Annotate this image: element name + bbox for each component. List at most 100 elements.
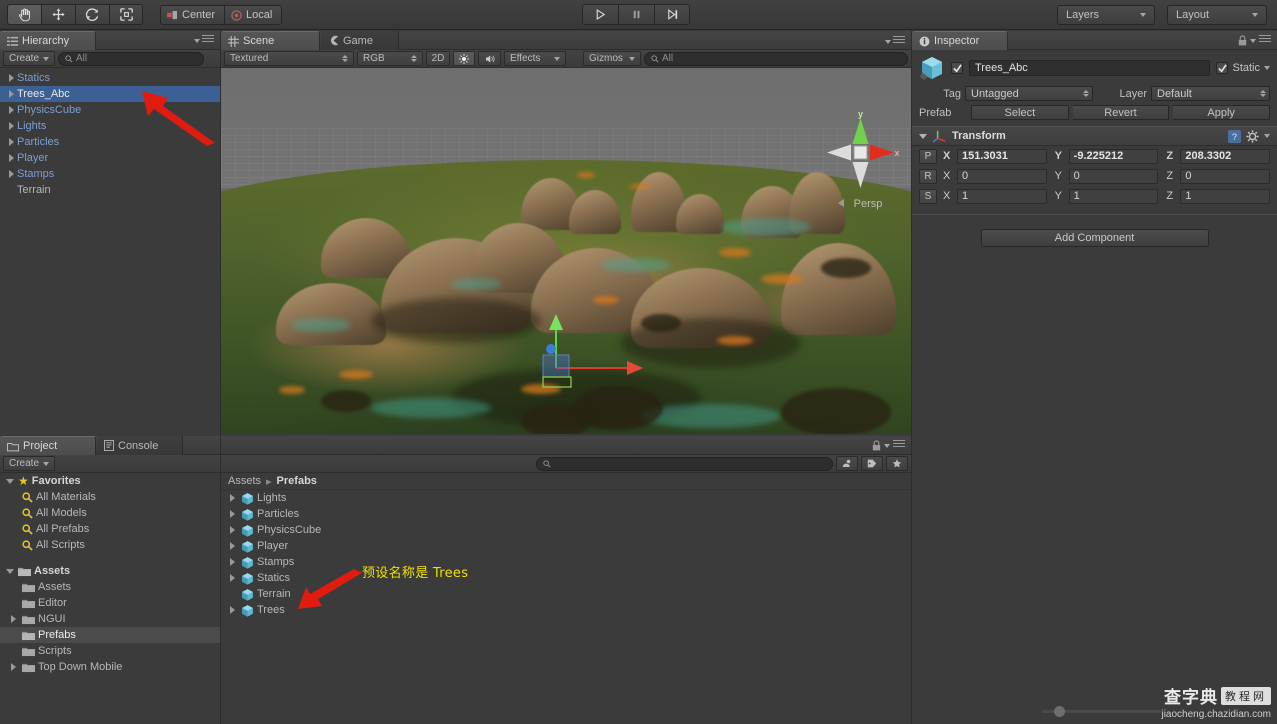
project-folder-top-down-mobile[interactable]: Top Down Mobile [0, 659, 220, 675]
pivot-local-button[interactable]: Local [224, 5, 283, 25]
project-favorite-all-scripts[interactable]: All Scripts [0, 537, 220, 553]
foldout-arrow-icon[interactable] [4, 478, 15, 484]
filter-by-type-button[interactable] [836, 456, 858, 471]
breadcrumb-prefabs[interactable]: Prefabs [277, 475, 317, 487]
position-y-input[interactable]: -9.225212 [1068, 148, 1159, 164]
lock-icon[interactable] [872, 440, 881, 451]
hierarchy-create-button[interactable]: Create [3, 51, 55, 66]
effects-dropdown[interactable]: Effects [504, 51, 566, 66]
rotate-tool-button[interactable] [75, 4, 109, 25]
expand-arrow-icon[interactable] [6, 154, 17, 162]
asset-item-lights[interactable]: Lights [221, 490, 911, 506]
expand-arrow-icon[interactable] [227, 510, 238, 518]
scene-audio-toggle[interactable] [478, 51, 501, 66]
tab-hierarchy[interactable]: Hierarchy [0, 31, 96, 50]
hierarchy-item-statics[interactable]: Statics [0, 70, 220, 86]
project-folder-assets[interactable]: Assets [0, 579, 220, 595]
gear-icon[interactable] [1246, 129, 1259, 143]
layout-dropdown[interactable]: Layout [1167, 5, 1267, 25]
help-icon[interactable]: ? [1228, 129, 1241, 143]
project-search-input[interactable] [536, 456, 833, 471]
hierarchy-item-terrain[interactable]: Terrain [0, 182, 220, 198]
project-folder-editor[interactable]: Editor [0, 595, 220, 611]
project-favorite-all-models[interactable]: All Models [0, 505, 220, 521]
expand-arrow-icon[interactable] [6, 138, 17, 146]
pause-button[interactable] [618, 4, 654, 25]
expand-arrow-icon[interactable] [227, 606, 238, 614]
move-tool-button[interactable] [41, 4, 75, 25]
move-gizmo[interactable] [521, 258, 651, 388]
hierarchy-item-stamps[interactable]: Stamps [0, 166, 220, 182]
static-checkbox[interactable] [1216, 62, 1229, 74]
play-button[interactable] [582, 4, 618, 25]
project-favorites-group[interactable]: ★ Favorites [0, 473, 220, 489]
expand-arrow-icon[interactable] [6, 122, 17, 130]
project-favorite-all-materials[interactable]: All Materials [0, 489, 220, 505]
expand-arrow-icon[interactable] [227, 494, 238, 502]
transform-component-header[interactable]: Transform ? [912, 126, 1277, 146]
rotation-x-input[interactable]: 0 [957, 168, 1047, 184]
scrollbar-thumb[interactable] [1054, 706, 1065, 717]
asset-item-physicscube[interactable]: PhysicsCube [221, 522, 911, 538]
static-toggle[interactable]: Static [1216, 62, 1270, 74]
expand-arrow-icon[interactable] [227, 574, 238, 582]
expand-arrow-icon[interactable] [227, 558, 238, 566]
foldout-arrow-icon[interactable] [4, 568, 15, 574]
rotation-badge[interactable]: R [919, 168, 937, 184]
hand-tool-button[interactable] [7, 4, 41, 25]
project-favorite-all-prefabs[interactable]: All Prefabs [0, 521, 220, 537]
hierarchy-item-player[interactable]: Player [0, 150, 220, 166]
chevron-down-icon[interactable] [1264, 66, 1270, 70]
chevron-down-icon[interactable] [1264, 134, 1270, 138]
position-x-input[interactable]: 151.3031 [957, 148, 1047, 164]
tab-game[interactable]: Game [321, 31, 399, 50]
expand-arrow-icon[interactable] [8, 615, 19, 623]
expand-arrow-icon[interactable] [6, 74, 17, 82]
expand-arrow-icon[interactable] [227, 542, 238, 550]
prefab-select-button[interactable]: Select [971, 105, 1069, 120]
rotation-y-input[interactable]: 0 [1068, 168, 1159, 184]
project-assets-root[interactable]: Assets [0, 563, 220, 579]
hierarchy-search-input[interactable]: All [58, 51, 204, 66]
gameobject-enabled-checkbox[interactable] [951, 62, 963, 74]
tab-inspector[interactable]: Inspector [912, 31, 1008, 50]
prefab-revert-button[interactable]: Revert [1072, 105, 1170, 120]
scale-y-input[interactable]: 1 [1068, 188, 1159, 204]
project-splitter[interactable] [220, 436, 221, 724]
draw-mode-dropdown[interactable]: Textured [224, 51, 354, 66]
inspector-menu-group[interactable] [1238, 35, 1273, 46]
scale-tool-button[interactable] [109, 4, 143, 25]
project-menu-group[interactable] [872, 440, 907, 451]
breadcrumb-assets[interactable]: Assets [228, 475, 261, 487]
expand-arrow-icon[interactable] [8, 663, 19, 671]
filter-by-label-button[interactable] [861, 456, 883, 471]
foldout-arrow-icon[interactable] [919, 133, 927, 139]
object-name-input[interactable]: Trees_Abc [969, 60, 1211, 76]
tab-console[interactable]: Console [97, 436, 183, 455]
project-folder-prefabs[interactable]: Prefabs [0, 627, 220, 643]
favorites-filter-button[interactable] [886, 456, 908, 471]
expand-arrow-icon[interactable] [6, 106, 17, 114]
inspector-splitter[interactable] [911, 31, 912, 724]
tab-scene[interactable]: Scene [221, 31, 320, 50]
asset-item-particles[interactable]: Particles [221, 506, 911, 522]
scene-viewport[interactable]: y x Persp 场景对象名称是 Trees_Abc 跟 预设名称不同 [221, 68, 911, 434]
scene-lighting-toggle[interactable] [453, 51, 475, 66]
pivot-center-button[interactable]: Center [160, 5, 225, 25]
prefab-apply-button[interactable]: Apply [1173, 105, 1271, 120]
hierarchy-menu-group[interactable] [194, 35, 216, 46]
color-mode-dropdown[interactable]: RGB [357, 51, 423, 66]
layers-dropdown[interactable]: Layers [1057, 5, 1155, 25]
asset-item-player[interactable]: Player [221, 538, 911, 554]
expand-arrow-icon[interactable] [227, 526, 238, 534]
project-create-button[interactable]: Create [3, 456, 55, 471]
project-folder-ngui[interactable]: NGUI [0, 611, 220, 627]
tag-dropdown[interactable]: Untagged [965, 86, 1093, 101]
project-horizontal-scrollbar[interactable] [442, 706, 1162, 718]
add-component-button[interactable]: Add Component [980, 229, 1209, 247]
expand-arrow-icon[interactable] [6, 90, 17, 98]
project-folder-scripts[interactable]: Scripts [0, 643, 220, 659]
scale-z-input[interactable]: 1 [1180, 188, 1271, 204]
scene-search-input[interactable]: All [644, 51, 908, 66]
step-button[interactable] [654, 4, 690, 25]
